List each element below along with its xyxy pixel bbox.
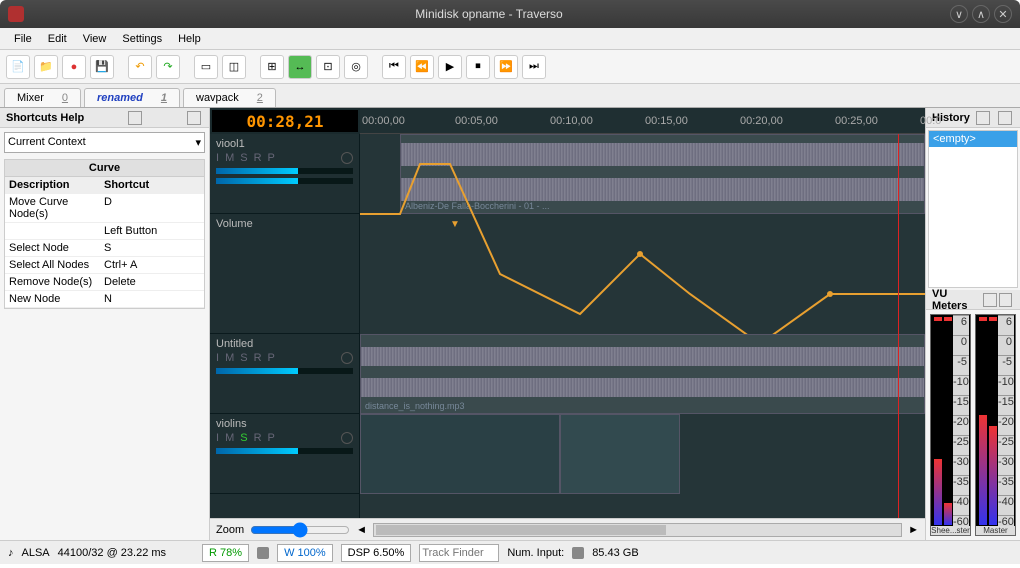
zoom-label: Zoom	[216, 524, 244, 536]
new-button[interactable]: 📄	[6, 55, 30, 79]
panel-detach-icon[interactable]	[976, 111, 990, 125]
statusbar: ♪ ALSA 44100/32 @ 23.22 ms R 78% W 100% …	[0, 540, 1020, 564]
disk-icon	[257, 547, 269, 559]
stop-button[interactable]: ⏹	[466, 55, 490, 79]
skip-start-button[interactable]: ⏮	[382, 55, 406, 79]
num-input-label: Num. Input:	[507, 547, 564, 559]
track-headers: viool1 IMSRP Volume Untitled IMSRP violi…	[210, 134, 360, 518]
clip-label: distance_is_nothing.mp3	[365, 401, 465, 411]
pan-dial[interactable]	[341, 352, 353, 364]
read-buffer-status: R 78%	[202, 544, 249, 562]
track-header-violins[interactable]: violins IMSRP	[210, 414, 359, 494]
sheet-tabs: Mixer0 renamed1 wavpack2	[0, 84, 1020, 108]
shortcuts-section: Curve	[5, 160, 204, 177]
vu-meters: 60-5-10-15-20-25-30-35-40-60 Shee...ster…	[926, 310, 1020, 540]
playhead[interactable]	[898, 134, 899, 518]
titlebar: Minidisk opname - Traverso ∨ ∧ ✕	[0, 0, 1020, 28]
save-button[interactable]: 💾	[90, 55, 114, 79]
horizontal-scrollbar[interactable]	[373, 523, 902, 537]
tool4-button[interactable]: ◎	[344, 55, 368, 79]
clip-label: Albeniz-De Falla-Boccherini - 01 - ...	[405, 201, 550, 211]
scroll-right-icon[interactable]: ►	[908, 524, 919, 536]
timeline-canvas: 00:28,21 00:00,00 00:05,00 00:10,00 00:1…	[210, 108, 925, 540]
track-meter	[216, 368, 353, 374]
shortcuts-header: Shortcuts Help	[0, 108, 209, 128]
history-list[interactable]: <empty>	[928, 130, 1018, 288]
panel-close-icon[interactable]	[187, 111, 201, 125]
track-meter	[216, 448, 353, 454]
track-finder-input[interactable]	[419, 544, 499, 562]
window-title: Minidisk opname - Traverso	[32, 7, 946, 21]
tool1-button[interactable]: ▭	[194, 55, 218, 79]
track-header-viool1[interactable]: viool1 IMSRP	[210, 134, 359, 214]
hdd-icon	[572, 547, 584, 559]
tool2-button[interactable]: ◫	[222, 55, 246, 79]
panel-close-icon[interactable]	[998, 111, 1012, 125]
menubar: File Edit View Settings Help	[0, 28, 1020, 50]
menu-view[interactable]: View	[75, 31, 115, 47]
vu-header: VU Meters	[926, 290, 1020, 310]
time-ruler[interactable]: 00:00,00 00:05,00 00:10,00 00:15,00 00:2…	[360, 108, 925, 134]
open-button[interactable]: 📁	[34, 55, 58, 79]
record-button[interactable]: ●	[62, 55, 86, 79]
shortcuts-panel: Shortcuts Help Current Context Curve Des…	[0, 108, 210, 540]
forward-button[interactable]: ⏩	[494, 55, 518, 79]
pan-dial[interactable]	[341, 432, 353, 444]
track-header-volume[interactable]: Volume	[210, 214, 359, 334]
write-buffer-status: W 100%	[277, 544, 333, 562]
shortcuts-table: Curve DescriptionShortcut Move Curve Nod…	[4, 159, 205, 309]
tab-wavpack[interactable]: wavpack2	[183, 88, 276, 107]
tab-mixer[interactable]: Mixer0	[4, 88, 81, 107]
menu-edit[interactable]: Edit	[40, 31, 75, 47]
maximize-button[interactable]: ∧	[972, 5, 990, 23]
zoom-bar: Zoom ◄ ►	[210, 518, 925, 540]
track-meter	[216, 178, 353, 184]
panel-close-icon[interactable]	[999, 293, 1012, 307]
snap-button[interactable]: ⊞	[260, 55, 284, 79]
vu-meter-master: 60-5-10-15-20-25-30-35-40-60 Master	[975, 314, 1016, 536]
audio-clip[interactable]	[560, 414, 680, 494]
samplerate-label: 44100/32 @ 23.22 ms	[58, 547, 166, 559]
close-button[interactable]: ✕	[994, 5, 1012, 23]
audio-clip[interactable]: distance_is_nothing.mp3	[360, 334, 925, 414]
audio-clip[interactable]	[360, 414, 560, 494]
minimize-button[interactable]: ∨	[950, 5, 968, 23]
scroll-button[interactable]: ↔	[288, 55, 312, 79]
context-dropdown[interactable]: Current Context	[4, 132, 205, 153]
history-item[interactable]: <empty>	[929, 131, 1017, 147]
note-icon: ♪	[8, 547, 14, 559]
track-area[interactable]: Albeniz-De Falla-Boccherini - 01 - ... ▼…	[360, 134, 925, 518]
audio-clip[interactable]: Albeniz-De Falla-Boccherini - 01 - ...	[400, 134, 925, 214]
play-button[interactable]: ▶	[438, 55, 462, 79]
panel-detach-icon[interactable]	[128, 111, 142, 125]
track-header-untitled[interactable]: Untitled IMSRP	[210, 334, 359, 414]
vu-meter-sheet: 60-5-10-15-20-25-30-35-40-60 Shee...ster	[930, 314, 971, 536]
app-logo	[8, 6, 24, 22]
disk-space: 85.43 GB	[592, 547, 638, 559]
scroll-left-icon[interactable]: ◄	[356, 524, 367, 536]
zoom-slider[interactable]	[250, 522, 350, 538]
tab-renamed[interactable]: renamed1	[84, 88, 180, 107]
pan-dial[interactable]	[341, 152, 353, 164]
menu-file[interactable]: File	[6, 31, 40, 47]
panel-detach-icon[interactable]	[983, 293, 996, 307]
toolbar: 📄 📁 ● 💾 ↶ ↷ ▭ ◫ ⊞ ↔ ⊡ ◎ ⏮ ⏪ ▶ ⏹ ⏩ ⏭	[0, 50, 1020, 84]
timecode-display: 00:28,21	[210, 108, 360, 134]
undo-button[interactable]: ↶	[128, 55, 152, 79]
menu-help[interactable]: Help	[170, 31, 209, 47]
right-panel: History <empty> VU Meters 60-5-10-15-20-…	[925, 108, 1020, 540]
track-meter	[216, 168, 353, 174]
driver-label: ALSA	[22, 547, 50, 559]
rewind-button[interactable]: ⏪	[410, 55, 434, 79]
skip-end-button[interactable]: ⏭	[522, 55, 546, 79]
tool3-button[interactable]: ⊡	[316, 55, 340, 79]
menu-settings[interactable]: Settings	[114, 31, 170, 47]
redo-button[interactable]: ↷	[156, 55, 180, 79]
dsp-status: DSP 6.50%	[341, 544, 412, 562]
